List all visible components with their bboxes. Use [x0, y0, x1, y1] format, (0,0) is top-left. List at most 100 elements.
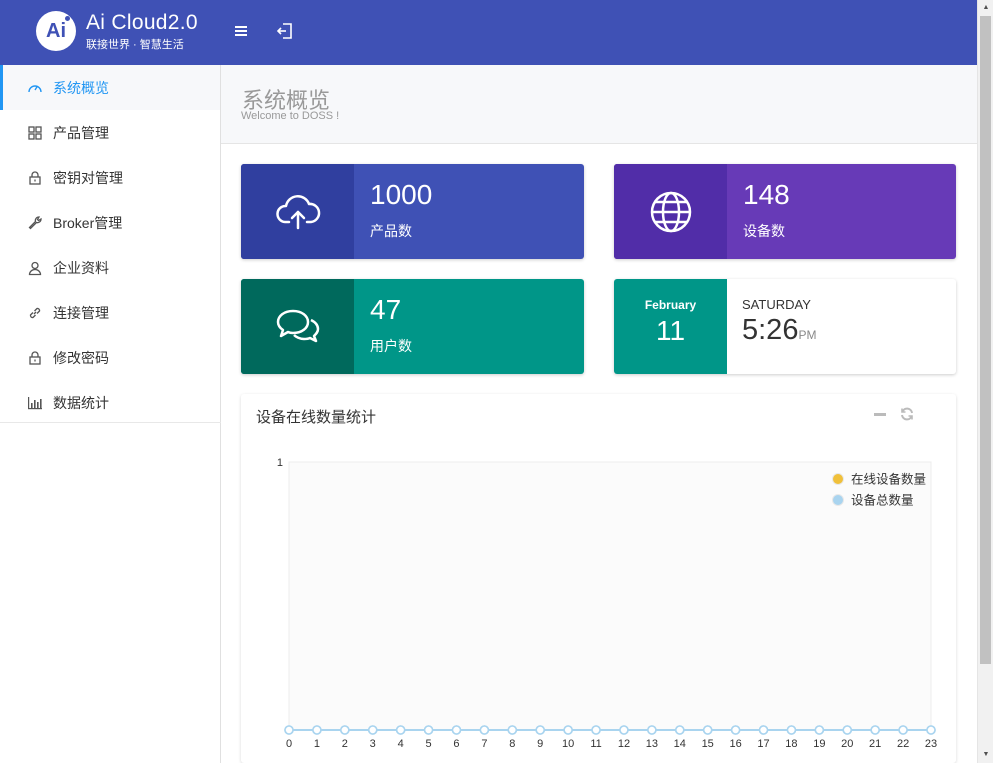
- sidebar-divider: [0, 422, 221, 423]
- legend-marker: [832, 473, 844, 485]
- sidebar-item-label: 数据统计: [53, 394, 109, 411]
- data-point: [870, 725, 880, 735]
- sidebar-item-statistics[interactable]: 数据统计: [0, 380, 220, 425]
- stat-icon-box: [241, 164, 354, 259]
- bar-chart-icon: [26, 394, 43, 411]
- x-tick-label: 22: [897, 738, 909, 750]
- stat-card-users[interactable]: 47 用户数: [241, 279, 584, 374]
- x-tick-label: 14: [674, 738, 686, 750]
- x-tick-label: 1: [314, 738, 320, 750]
- data-point: [674, 725, 685, 735]
- x-tick-label: 9: [537, 738, 543, 750]
- cloud-upload-icon: [275, 194, 320, 229]
- x-tick-label: 19: [813, 738, 825, 750]
- scroll-up-arrow-icon[interactable]: ▲: [978, 0, 993, 16]
- x-tick-label: 4: [398, 738, 404, 750]
- data-point: [367, 725, 378, 735]
- chat-bubbles-icon: [276, 309, 319, 342]
- sidebar-item-connections[interactable]: 连接管理: [0, 290, 220, 335]
- logout-button[interactable]: [275, 21, 295, 41]
- data-point: [395, 725, 406, 735]
- sidebar: 系统概览 产品管理 密钥对管理 Broker管理 企业资料 连接管理 修改密码 …: [0, 65, 221, 763]
- data-point: [758, 725, 769, 735]
- date-box: February 11: [614, 279, 727, 374]
- menu-toggle-button[interactable]: [233, 22, 253, 42]
- data-point: [284, 725, 294, 735]
- data-point: [507, 725, 518, 735]
- brand-title: Ai Cloud2.0: [86, 11, 198, 34]
- data-point: [814, 725, 825, 735]
- sidebar-item-label: 企业资料: [53, 259, 109, 276]
- hamburger-icon: [235, 26, 247, 36]
- sidebar-item-label: Broker管理: [53, 214, 123, 231]
- data-point: [423, 725, 434, 735]
- stat-value: 47: [370, 294, 402, 325]
- sidebar-item-overview[interactable]: 系统概览: [0, 65, 220, 110]
- scroll-down-arrow-icon[interactable]: ▼: [978, 747, 993, 763]
- data-point: [312, 725, 322, 735]
- legend-label: 在线设备数量: [851, 472, 926, 487]
- stat-card-products[interactable]: 1000 产品数: [241, 164, 584, 259]
- logout-icon: [276, 23, 292, 39]
- x-tick-label: 6: [453, 738, 459, 750]
- data-point: [647, 725, 657, 735]
- x-tick-label: 3: [370, 738, 376, 750]
- x-tick-label: 18: [785, 738, 797, 750]
- x-tick-label: 10: [562, 738, 574, 750]
- date-day: 11: [655, 315, 686, 346]
- scroll-thumb[interactable]: [980, 16, 991, 664]
- time-ampm: PM: [798, 328, 817, 342]
- sidebar-item-keypairs[interactable]: 密钥对管理: [0, 155, 220, 200]
- data-point: [842, 725, 853, 735]
- data-point: [786, 725, 797, 735]
- brand-subtitle: 联接世界 · 智慧生活: [86, 39, 184, 51]
- data-point: [479, 725, 490, 735]
- page-scrollbar[interactable]: ▲ ▼: [977, 0, 993, 763]
- x-tick-label: 13: [646, 738, 658, 750]
- x-tick-label: 16: [729, 738, 741, 750]
- stat-card-devices[interactable]: 148 设备数: [614, 164, 956, 259]
- stat-value: 148: [743, 179, 790, 210]
- x-tick-label: 5: [426, 738, 432, 750]
- sidebar-item-change-password[interactable]: 修改密码: [0, 335, 220, 380]
- sidebar-item-label: 系统概览: [53, 79, 109, 96]
- stat-label: 设备数: [743, 223, 785, 239]
- x-tick-label: 7: [481, 738, 487, 750]
- data-point: [563, 725, 573, 735]
- stat-label: 产品数: [370, 223, 412, 239]
- main-content: 系统概览 Welcome to DOSS ! 1000 产品数 148 设备数 …: [221, 65, 977, 763]
- data-point: [535, 725, 546, 735]
- globe-icon: [650, 191, 691, 232]
- stat-info: 1000 产品数: [354, 164, 584, 259]
- brand-logo: Ai: [36, 11, 76, 51]
- data-point: [451, 725, 462, 735]
- stat-icon-box: [614, 164, 727, 259]
- x-tick-label: 8: [509, 738, 515, 750]
- page-subtitle: Welcome to DOSS !: [241, 110, 340, 122]
- time-value: 5:26: [742, 314, 799, 346]
- y-tick-label: 1: [277, 457, 283, 469]
- x-tick-label: 11: [590, 738, 601, 750]
- sidebar-item-label: 连接管理: [53, 304, 109, 321]
- x-tick-label: 17: [757, 738, 769, 750]
- x-tick-label: 15: [702, 738, 714, 750]
- data-point: [591, 725, 601, 735]
- x-tick-label: 12: [618, 738, 630, 750]
- stat-icon-box: [241, 279, 354, 374]
- stat-value: 1000: [370, 179, 433, 210]
- x-tick-label: 20: [841, 738, 853, 750]
- top-header: Ai Ai Cloud2.0 联接世界 · 智慧生活: [0, 0, 977, 65]
- data-point: [702, 725, 713, 735]
- sidebar-item-company[interactable]: 企业资料: [0, 245, 220, 290]
- link-icon: [26, 304, 43, 321]
- logo-text: Ai: [46, 20, 66, 42]
- data-point: [340, 725, 350, 735]
- legend-label: 设备总数量: [851, 493, 914, 508]
- dashboard-gauge-icon: [26, 79, 43, 96]
- x-tick-label: 2: [342, 738, 348, 750]
- sidebar-item-products[interactable]: 产品管理: [0, 110, 220, 155]
- sidebar-item-broker[interactable]: Broker管理: [0, 200, 220, 245]
- lock-icon: [26, 349, 43, 366]
- time-box: SATURDAY 5:26PM: [727, 279, 816, 374]
- stat-label: 用户数: [370, 338, 412, 354]
